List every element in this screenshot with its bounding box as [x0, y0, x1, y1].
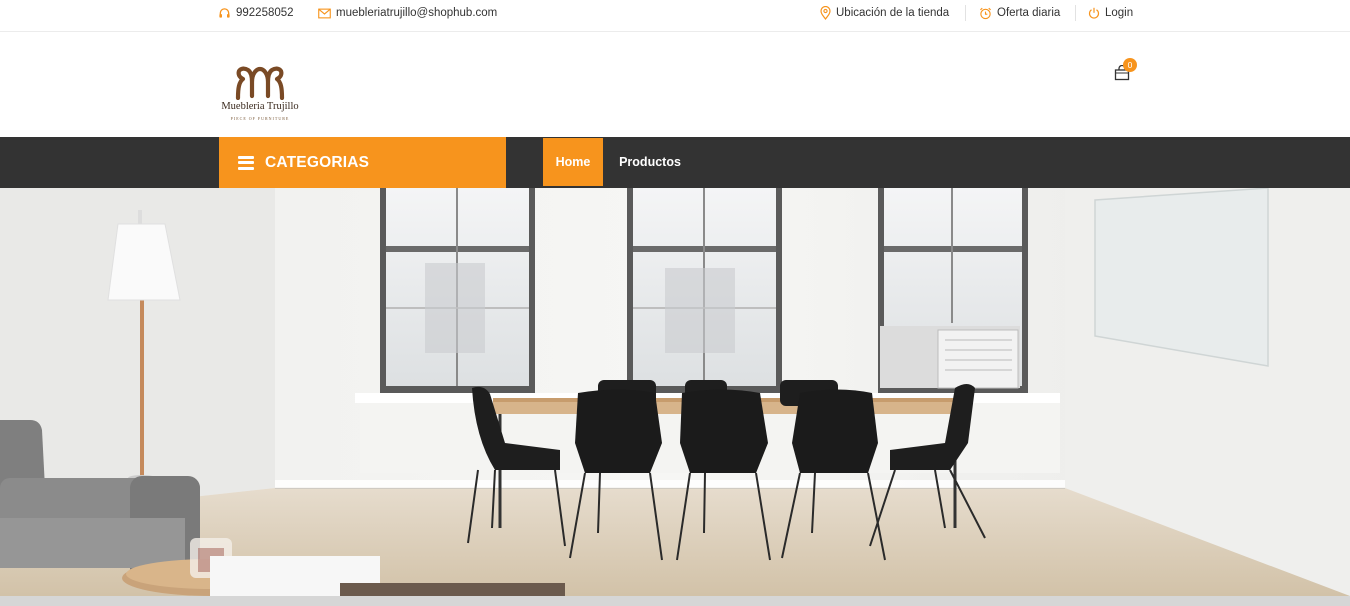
main-navbar: CATEGORIAS Home Productos	[0, 137, 1350, 188]
power-icon	[1088, 7, 1100, 19]
alarm-clock-icon	[980, 7, 991, 19]
categories-button[interactable]: CATEGORIAS	[219, 137, 506, 188]
nav-link-home[interactable]: Home	[543, 138, 603, 186]
cart-count-badge: 0	[1123, 58, 1137, 72]
store-location-link[interactable]: Ubicación de la tienda	[820, 0, 949, 26]
brand-logo[interactable]: Muebleria Trujillo PIECE OF FURNITURE	[218, 66, 302, 124]
divider	[965, 5, 966, 21]
hero-interior-image	[0, 188, 1350, 596]
phone-contact[interactable]: 992258052	[218, 0, 294, 26]
hero-banner	[0, 188, 1350, 596]
map-pin-icon	[820, 6, 831, 20]
email-address: muebleriatrujillo@shophub.com	[336, 7, 498, 19]
section-divider	[0, 596, 1350, 606]
site-header: Muebleria Trujillo PIECE OF FURNITURE 0	[0, 33, 1350, 137]
brand-name: Muebleria Trujillo	[221, 101, 299, 112]
phone-number: 992258052	[236, 7, 294, 19]
air-conditioner	[880, 326, 1020, 389]
window	[380, 188, 535, 393]
envelope-icon	[318, 8, 331, 18]
divider	[1075, 5, 1076, 21]
daily-offer-link[interactable]: Oferta diaria	[979, 0, 1060, 26]
brand-tagline: PIECE OF FURNITURE	[230, 116, 290, 121]
daily-offer-label: Oferta diaria	[997, 7, 1061, 19]
hamburger-menu-icon	[238, 155, 254, 170]
login-label: Login	[1105, 7, 1134, 19]
cart-button[interactable]: 0	[1112, 58, 1142, 88]
categories-label: CATEGORIAS	[265, 153, 370, 171]
brand-monogram	[235, 66, 285, 100]
login-link[interactable]: Login	[1088, 0, 1133, 26]
email-contact[interactable]: muebleriatrujillo@shophub.com	[318, 0, 497, 26]
window	[627, 188, 782, 393]
headset-icon	[219, 7, 230, 18]
store-location-label: Ubicación de la tienda	[836, 7, 950, 19]
top-bar: 992258052 muebleriatrujillo@shophub.com …	[0, 0, 1350, 32]
nav-link-productos[interactable]: Productos	[609, 138, 691, 186]
